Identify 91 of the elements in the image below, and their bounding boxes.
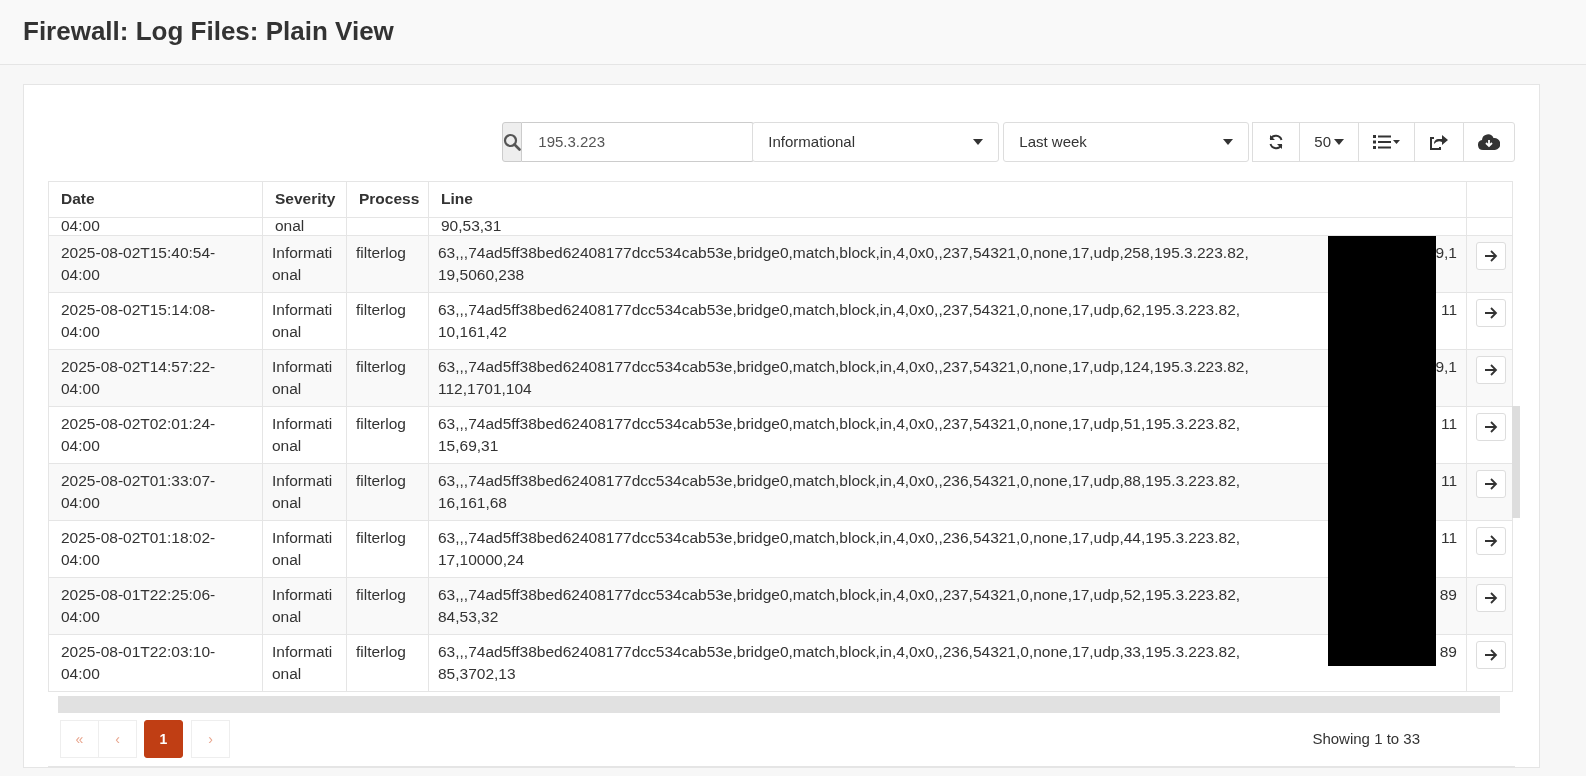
table-cell: Informational — [262, 463, 347, 521]
arrow-right-icon — [1484, 592, 1498, 604]
table-cell-text: 2025-08-01T22:03:10-04:00 — [61, 642, 217, 684]
log-line-text: 9,1 — [1435, 243, 1457, 263]
table-cell-text: 04:00 — [61, 219, 101, 233]
row-detail-button[interactable] — [1476, 584, 1506, 612]
row-detail-button[interactable] — [1476, 242, 1506, 270]
table-cell: filterlog — [346, 463, 429, 521]
table-cell: Informational — [262, 235, 347, 293]
log-line-text: 63,,,74ad5ff38bed62408177dcc534cab53e,bridge0,match,block,in,4,0x0,,236,54321,0,none,17,udp,88,195.3.223.82, — [438, 471, 1241, 491]
list-icon — [1373, 135, 1400, 149]
search-icon — [503, 133, 522, 151]
page-size-dropdown[interactable]: 50 — [1299, 122, 1359, 162]
time-range-dropdown[interactable]: Last week — [1003, 122, 1250, 162]
cloud-download-icon — [1478, 134, 1500, 150]
log-line-text: 63,,,74ad5ff38bed62408177dcc534cab53e,bridge0,match,block,in,4,0x0,,237,54321,0,none,17,udp,51,195.3.223.82, — [438, 414, 1241, 434]
log-line-text: 85,3702,13 — [438, 664, 517, 684]
log-line-text: 11 — [1440, 414, 1457, 434]
table-cell: filterlog — [346, 577, 429, 635]
table-cell: Informational — [262, 634, 347, 692]
log-line-text: 15,69,31 — [438, 436, 500, 456]
table-cell-text: 2025-08-02T02:01:24-04:00 — [61, 414, 217, 456]
log-line-text: 112,1701,104 — [438, 379, 533, 399]
log-line-text: 90,53,31 — [441, 219, 503, 233]
table-cell: Informational — [262, 577, 347, 635]
row-detail-button[interactable] — [1476, 299, 1506, 327]
arrow-right-icon — [1484, 421, 1498, 433]
refresh-button[interactable] — [1252, 122, 1301, 162]
log-line-text: 9,1 — [1435, 357, 1457, 377]
log-line-text: 84,53,32 — [438, 607, 500, 627]
arrow-right-icon — [1484, 250, 1498, 262]
arrow-right-icon — [1484, 364, 1498, 376]
table-cell-text: 2025-08-02T01:18:02-04:00 — [61, 528, 217, 570]
row-detail-button[interactable] — [1476, 413, 1506, 441]
caret-icon — [973, 139, 984, 145]
log-line-text: 89 — [1439, 585, 1457, 605]
table-cell-text: 2025-08-01T22:25:06-04:00 — [61, 585, 217, 627]
caret-icon — [1334, 139, 1344, 145]
table-cell: filterlog — [346, 292, 429, 350]
log-line-text: 63,,,74ad5ff38bed62408177dcc534cab53e,bridge0,match,block,in,4,0x0,,237,54321,0,none,17,udp,258,195.3.223.82, — [438, 243, 1249, 263]
table-cell-text: 2025-08-02T15:14:08-04:00 — [61, 300, 217, 342]
row-detail-button[interactable] — [1476, 356, 1506, 384]
table-cell: Informational — [262, 520, 347, 578]
showing-count: Showing 1 to 33 — [1312, 728, 1420, 749]
row-detail-button[interactable] — [1476, 641, 1506, 669]
log-line-text: 17,10000,24 — [438, 550, 526, 570]
download-button[interactable] — [1463, 122, 1515, 162]
log-line-text: 63,,,74ad5ff38bed62408177dcc534cab53e,bridge0,match,block,in,4,0x0,,236,54321,0,none,17,udp,33,195.3.223.82, — [438, 642, 1241, 662]
table-cell: Informational — [262, 349, 347, 407]
table-cell-text: 2025-08-02T14:57:22-04:00 — [61, 357, 217, 399]
log-line-text: 63,,,74ad5ff38bed62408177dcc534cab53e,bridge0,match,block,in,4,0x0,,237,54321,0,none,17,udp,124,195.3.223.82, — [438, 357, 1249, 377]
table-cell-text: 2025-08-02T15:40:54-04:00 — [61, 243, 217, 285]
share-icon — [1429, 133, 1449, 151]
vertical-scrollbar[interactable] — [1512, 406, 1520, 518]
log-line-text: 11 — [1440, 300, 1457, 320]
table-cell: Informational — [262, 406, 347, 464]
table-cell-text: 2025-08-02T01:33:07-04:00 — [61, 471, 217, 513]
search-field[interactable]: 195.3.223 — [522, 122, 755, 162]
export-button[interactable] — [1414, 122, 1464, 162]
severity-dropdown[interactable]: Informational — [752, 122, 1000, 162]
column-header: Line — [428, 181, 1467, 218]
column-header: Process — [346, 181, 429, 218]
row-detail-button[interactable] — [1476, 470, 1506, 498]
table-cell: onal — [262, 217, 347, 236]
table-cell: filterlog — [346, 235, 429, 293]
log-line-text: 63,,,74ad5ff38bed62408177dcc534cab53e,bridge0,match,block,in,4,0x0,,237,54321,0,none,17,udp,52,195.3.223.82, — [438, 585, 1241, 605]
horizontal-scrollbar[interactable] — [58, 696, 1500, 713]
arrow-right-icon — [1484, 307, 1498, 319]
log-line-text: 89 — [1439, 642, 1457, 662]
arrow-right-icon — [1484, 649, 1498, 661]
columns-dropdown[interactable] — [1358, 122, 1415, 162]
page-link[interactable]: 1 — [144, 720, 183, 758]
log-line-text: 16,161,68 — [438, 493, 508, 513]
log-line-text: 19,5060,238 — [438, 265, 526, 285]
column-header: Severity — [262, 181, 347, 218]
table-cell: filterlog — [346, 349, 429, 407]
log-line-text: 63,,,74ad5ff38bed62408177dcc534cab53e,bridge0,match,block,in,4,0x0,,237,54321,0,none,17,udp,62,195.3.223.82, — [438, 300, 1241, 320]
table-cell: Informational — [262, 292, 347, 350]
page-title: Firewall: Log Files: Plain View — [23, 16, 395, 48]
column-header: Date — [48, 181, 263, 218]
table-cell: filterlog — [346, 406, 429, 464]
log-line-text: 10,161,42 — [438, 322, 508, 342]
arrow-right-icon — [1484, 535, 1498, 547]
log-line-text: 11 — [1440, 471, 1457, 491]
table-cell: filterlog — [346, 634, 429, 692]
caret-icon — [1223, 139, 1234, 145]
log-line-text: 63,,,74ad5ff38bed62408177dcc534cab53e,bridge0,match,block,in,4,0x0,,236,54321,0,none,17,udp,44,195.3.223.82, — [438, 528, 1241, 548]
row-detail-button[interactable] — [1476, 527, 1506, 555]
table-cell: filterlog — [346, 520, 429, 578]
arrow-right-icon — [1484, 478, 1498, 490]
log-line-text: 11 — [1440, 528, 1457, 548]
